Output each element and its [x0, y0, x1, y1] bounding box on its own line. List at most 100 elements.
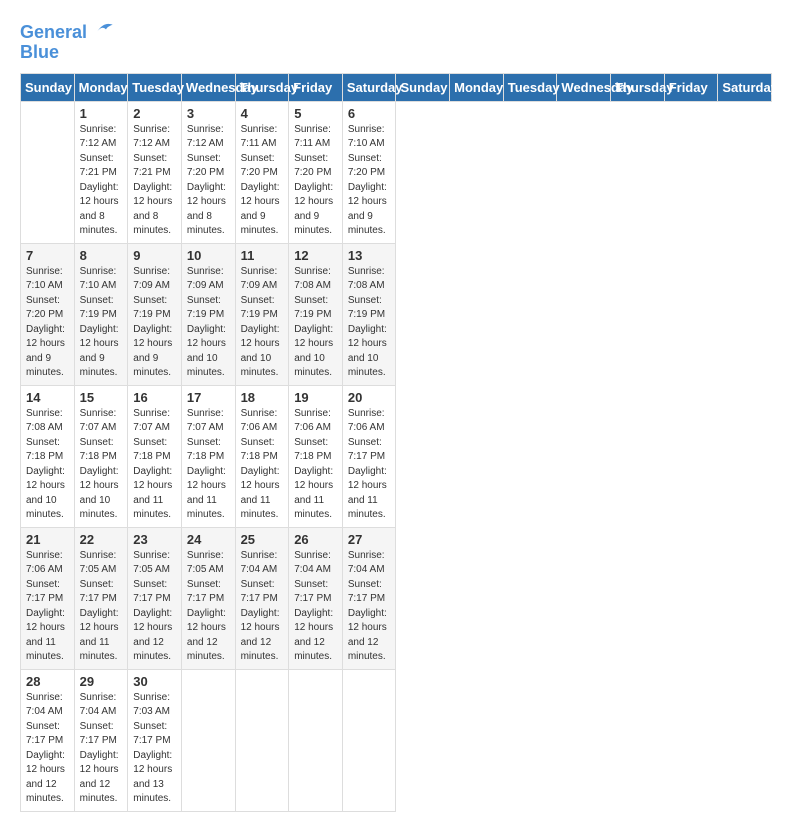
- day-number: 1: [80, 106, 123, 121]
- day-info: Sunrise: 7:04 AM Sunset: 7:17 PM Dayligh…: [348, 549, 391, 665]
- calendar-cell: 23 Sunrise: 7:05 AM Sunset: 7:17 PM Dayli…: [128, 527, 182, 669]
- day-number: 15: [80, 390, 123, 405]
- day-info: Sunrise: 7:10 AM Sunset: 7:20 PM Dayligh…: [26, 265, 69, 381]
- day-number: 7: [26, 248, 69, 263]
- day-info: Sunrise: 7:11 AM Sunset: 7:20 PM Dayligh…: [241, 123, 284, 239]
- calendar-week-2: 7 Sunrise: 7:10 AM Sunset: 7:20 PM Daylig…: [21, 243, 772, 385]
- logo-bird-icon: [94, 18, 114, 38]
- calendar-week-5: 28Sunrise: 7:04 AM Sunset: 7:17 PM Dayli…: [21, 669, 772, 811]
- day-info: Sunrise: 7:04 AM Sunset: 7:17 PM Dayligh…: [294, 549, 337, 665]
- calendar-cell: [21, 101, 75, 243]
- calendar-week-3: 14 Sunrise: 7:08 AM Sunset: 7:18 PM Dayli…: [21, 385, 772, 527]
- day-info: Sunrise: 7:05 AM Sunset: 7:17 PM Dayligh…: [80, 549, 123, 665]
- day-number: 4: [241, 106, 284, 121]
- calendar-cell: 3 Sunrise: 7:12 AM Sunset: 7:20 PM Daylig…: [181, 101, 235, 243]
- weekday-header-monday: Monday: [450, 73, 504, 101]
- calendar-cell: 22 Sunrise: 7:05 AM Sunset: 7:17 PM Dayli…: [74, 527, 128, 669]
- day-info: Sunrise: 7:07 AM Sunset: 7:18 PM Dayligh…: [80, 407, 123, 523]
- weekday-header-thursday: Thursday: [611, 73, 665, 101]
- calendar-cell: 20 Sunrise: 7:06 AM Sunset: 7:17 PM Dayli…: [342, 385, 396, 527]
- day-number: 16: [133, 390, 176, 405]
- day-number: 20: [348, 390, 391, 405]
- day-info: Sunrise: 7:04 AM Sunset: 7:17 PM Dayligh…: [80, 691, 123, 807]
- calendar-cell: 10Sunrise: 7:09 AM Sunset: 7:19 PM Dayli…: [181, 243, 235, 385]
- calendar-cell: 2Sunrise: 7:12 AM Sunset: 7:21 PM Daylig…: [128, 101, 182, 243]
- calendar-table: SundayMondayTuesdayWednesdayThursdayFrid…: [20, 73, 772, 812]
- calendar-cell: 21 Sunrise: 7:06 AM Sunset: 7:17 PM Dayli…: [21, 527, 75, 669]
- calendar-cell: 15 Sunrise: 7:07 AM Sunset: 7:18 PM Dayli…: [74, 385, 128, 527]
- day-info: Sunrise: 7:10 AM Sunset: 7:20 PM Dayligh…: [348, 123, 391, 239]
- day-info: Sunrise: 7:12 AM Sunset: 7:21 PM Dayligh…: [133, 123, 176, 239]
- calendar-cell: [181, 669, 235, 811]
- calendar-cell: 26Sunrise: 7:04 AM Sunset: 7:17 PM Dayli…: [289, 527, 343, 669]
- weekday-header-row: SundayMondayTuesdayWednesdayThursdayFrid…: [21, 73, 772, 101]
- calendar-cell: 11Sunrise: 7:09 AM Sunset: 7:19 PM Dayli…: [235, 243, 289, 385]
- calendar-week-4: 21 Sunrise: 7:06 AM Sunset: 7:17 PM Dayli…: [21, 527, 772, 669]
- weekday-header-friday: Friday: [664, 73, 718, 101]
- day-info: Sunrise: 7:06 AM Sunset: 7:18 PM Dayligh…: [294, 407, 337, 523]
- calendar-cell: 16 Sunrise: 7:07 AM Sunset: 7:18 PM Dayli…: [128, 385, 182, 527]
- calendar-cell: 18Sunrise: 7:06 AM Sunset: 7:18 PM Dayli…: [235, 385, 289, 527]
- weekday-header-wednesday: Wednesday: [181, 73, 235, 101]
- day-info: Sunrise: 7:10 AM Sunset: 7:19 PM Dayligh…: [80, 265, 123, 381]
- day-number: 9: [133, 248, 176, 263]
- weekday-header-sunday: Sunday: [396, 73, 450, 101]
- day-number: 8: [80, 248, 123, 263]
- calendar-cell: 6Sunrise: 7:10 AM Sunset: 7:20 PM Daylig…: [342, 101, 396, 243]
- day-info: Sunrise: 7:12 AM Sunset: 7:21 PM Dayligh…: [80, 123, 123, 239]
- day-info: Sunrise: 7:05 AM Sunset: 7:17 PM Dayligh…: [187, 549, 230, 665]
- weekday-header-saturday: Saturday: [342, 73, 396, 101]
- weekday-header-wednesday: Wednesday: [557, 73, 611, 101]
- calendar-cell: 7 Sunrise: 7:10 AM Sunset: 7:20 PM Daylig…: [21, 243, 75, 385]
- day-number: 10: [187, 248, 230, 263]
- calendar-cell: 12Sunrise: 7:08 AM Sunset: 7:19 PM Dayli…: [289, 243, 343, 385]
- weekday-header-saturday: Saturday: [718, 73, 772, 101]
- day-number: 22: [80, 532, 123, 547]
- day-number: 30: [133, 674, 176, 689]
- day-info: Sunrise: 7:09 AM Sunset: 7:19 PM Dayligh…: [133, 265, 176, 381]
- day-info: Sunrise: 7:11 AM Sunset: 7:20 PM Dayligh…: [294, 123, 337, 239]
- weekday-header-tuesday: Tuesday: [128, 73, 182, 101]
- calendar-cell: 13Sunrise: 7:08 AM Sunset: 7:19 PM Dayli…: [342, 243, 396, 385]
- day-number: 19: [294, 390, 337, 405]
- day-number: 24: [187, 532, 230, 547]
- calendar-cell: 17Sunrise: 7:07 AM Sunset: 7:18 PM Dayli…: [181, 385, 235, 527]
- day-number: 25: [241, 532, 284, 547]
- weekday-header-monday: Monday: [74, 73, 128, 101]
- day-info: Sunrise: 7:05 AM Sunset: 7:17 PM Dayligh…: [133, 549, 176, 665]
- day-info: Sunrise: 7:08 AM Sunset: 7:18 PM Dayligh…: [26, 407, 69, 523]
- day-info: Sunrise: 7:07 AM Sunset: 7:18 PM Dayligh…: [133, 407, 176, 523]
- calendar-cell: 5 Sunrise: 7:11 AM Sunset: 7:20 PM Daylig…: [289, 101, 343, 243]
- day-info: Sunrise: 7:06 AM Sunset: 7:17 PM Dayligh…: [348, 407, 391, 523]
- day-number: 5: [294, 106, 337, 121]
- day-number: 11: [241, 248, 284, 263]
- day-info: Sunrise: 7:12 AM Sunset: 7:20 PM Dayligh…: [187, 123, 230, 239]
- day-number: 14: [26, 390, 69, 405]
- day-number: 3: [187, 106, 230, 121]
- day-info: Sunrise: 7:07 AM Sunset: 7:18 PM Dayligh…: [187, 407, 230, 523]
- calendar-cell: 9 Sunrise: 7:09 AM Sunset: 7:19 PM Daylig…: [128, 243, 182, 385]
- day-number: 21: [26, 532, 69, 547]
- calendar-cell: 1 Sunrise: 7:12 AM Sunset: 7:21 PM Daylig…: [74, 101, 128, 243]
- day-info: Sunrise: 7:04 AM Sunset: 7:17 PM Dayligh…: [26, 691, 69, 807]
- page-header: General Blue: [20, 20, 772, 63]
- weekday-header-friday: Friday: [289, 73, 343, 101]
- day-info: Sunrise: 7:04 AM Sunset: 7:17 PM Dayligh…: [241, 549, 284, 665]
- day-info: Sunrise: 7:06 AM Sunset: 7:17 PM Dayligh…: [26, 549, 69, 665]
- day-number: 13: [348, 248, 391, 263]
- weekday-header-thursday: Thursday: [235, 73, 289, 101]
- calendar-cell: 29 Sunrise: 7:04 AM Sunset: 7:17 PM Dayli…: [74, 669, 128, 811]
- day-number: 29: [80, 674, 123, 689]
- day-number: 23: [133, 532, 176, 547]
- weekday-header-sunday: Sunday: [21, 73, 75, 101]
- weekday-header-tuesday: Tuesday: [503, 73, 557, 101]
- calendar-cell: 14 Sunrise: 7:08 AM Sunset: 7:18 PM Dayli…: [21, 385, 75, 527]
- logo: General Blue: [20, 20, 114, 63]
- calendar-cell: 19 Sunrise: 7:06 AM Sunset: 7:18 PM Dayli…: [289, 385, 343, 527]
- day-info: Sunrise: 7:03 AM Sunset: 7:17 PM Dayligh…: [133, 691, 176, 807]
- day-info: Sunrise: 7:06 AM Sunset: 7:18 PM Dayligh…: [241, 407, 284, 523]
- calendar-cell: [235, 669, 289, 811]
- logo-general: General: [20, 22, 87, 42]
- logo-text: General Blue: [20, 20, 114, 63]
- day-number: 27: [348, 532, 391, 547]
